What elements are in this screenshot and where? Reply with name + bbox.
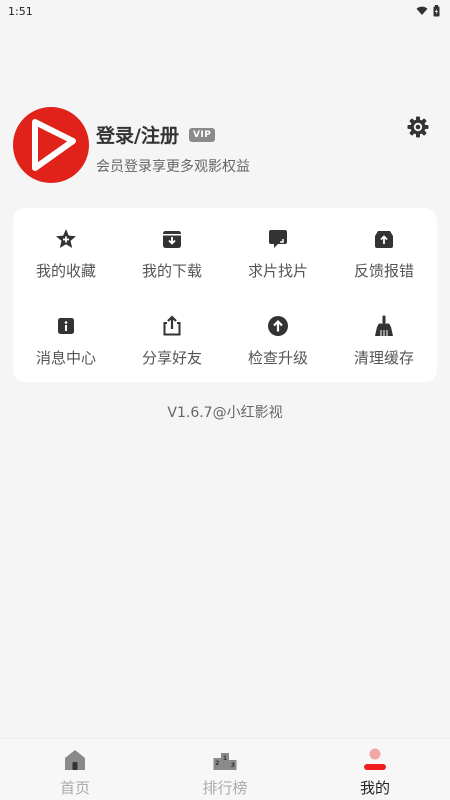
broom-icon — [375, 315, 393, 336]
member-subtitle: 会员登录享更多观影权益 — [96, 159, 250, 175]
svg-text:3: 3 — [231, 762, 235, 769]
podium-icon: 1 2 3 — [213, 753, 237, 770]
menu-label: 求片找片 — [247, 262, 308, 280]
menu-item-request-movie[interactable]: 求片找片 — [225, 208, 331, 295]
user-icon — [364, 748, 386, 770]
share-icon — [163, 315, 181, 336]
login-title-row[interactable]: 登录/注册 VIP — [96, 121, 216, 148]
arrow-up-circle-icon — [268, 316, 288, 336]
status-bar: 1:51 — [0, 0, 450, 22]
app-logo-icon — [13, 107, 89, 183]
svg-text:2: 2 — [215, 760, 219, 767]
menu-item-clear-cache[interactable]: 清理缓存 — [331, 295, 437, 382]
tab-label: 首页 — [59, 779, 90, 797]
tab-label: 我的 — [359, 779, 390, 797]
download-box-icon — [163, 231, 181, 248]
vip-badge: VIP — [188, 127, 216, 142]
menu-item-favorites[interactable]: 我的收藏 — [13, 208, 119, 295]
info-icon — [58, 318, 74, 334]
version-text: V1.6.7@小红影视 — [167, 405, 283, 421]
bottom-tab-bar: 首页 1 2 3 排行榜 我的 — [0, 738, 450, 800]
tab-label: 排行榜 — [202, 779, 248, 797]
tab-home[interactable]: 首页 — [0, 739, 150, 800]
upload-box-icon — [375, 231, 393, 248]
star-icon — [56, 229, 76, 248]
status-icons — [416, 5, 440, 17]
login-register-link[interactable]: 登录/注册 — [96, 121, 179, 148]
tab-mine[interactable]: 我的 — [300, 739, 450, 800]
gear-icon[interactable] — [406, 115, 430, 139]
menu-label: 我的下载 — [141, 262, 202, 280]
menu-item-messages[interactable]: 消息中心 — [13, 295, 119, 382]
profile-header[interactable]: 登录/注册 VIP 会员登录享更多观影权益 — [13, 107, 433, 183]
menu-label: 检查升级 — [247, 349, 308, 367]
tab-ranking[interactable]: 1 2 3 排行榜 — [150, 739, 300, 800]
menu-item-feedback[interactable]: 反馈报错 — [331, 208, 437, 295]
menu-item-downloads[interactable]: 我的下载 — [119, 208, 225, 295]
svg-text:1: 1 — [223, 755, 227, 762]
menu-label: 分享好友 — [141, 349, 202, 367]
menu-card: 我的收藏 我的下载 求片找片 反馈报错 消息中心 分享好友 检查升级 清理缓存 — [13, 208, 437, 382]
menu-label: 清理缓存 — [353, 349, 414, 367]
menu-item-share[interactable]: 分享好友 — [119, 295, 225, 382]
battery-icon — [433, 5, 440, 17]
chat-bubble-icon — [269, 230, 287, 248]
home-icon — [65, 750, 85, 770]
menu-item-check-update[interactable]: 检查升级 — [225, 295, 331, 382]
status-time: 1:51 — [8, 4, 33, 18]
menu-label: 消息中心 — [35, 349, 96, 367]
menu-label: 反馈报错 — [353, 262, 414, 280]
wifi-icon — [416, 6, 428, 16]
menu-label: 我的收藏 — [35, 262, 96, 280]
